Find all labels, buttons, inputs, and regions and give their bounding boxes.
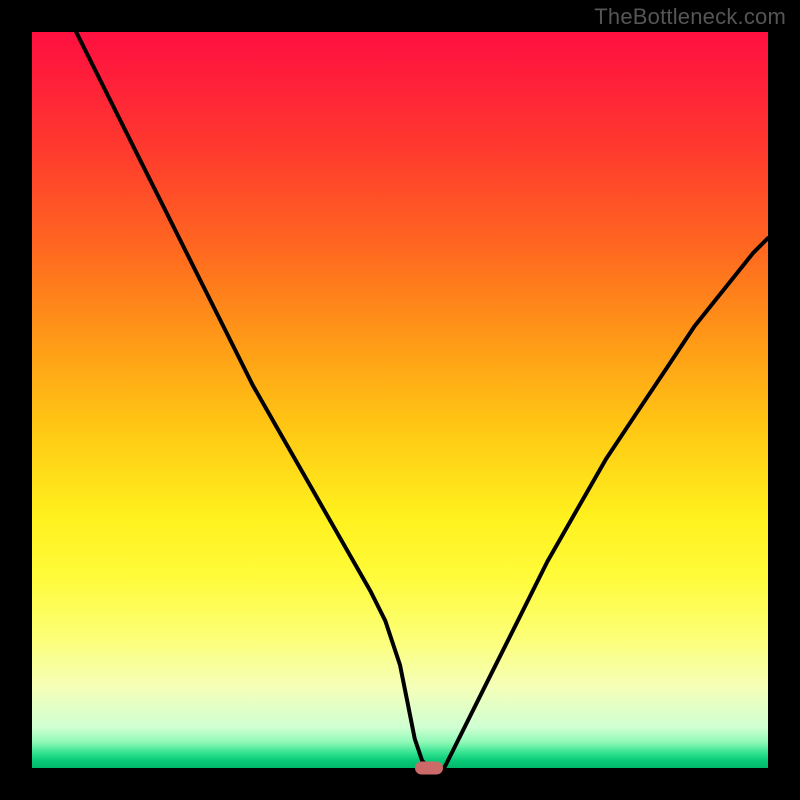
plot-area	[32, 32, 768, 768]
watermark-text: TheBottleneck.com	[594, 4, 786, 30]
chart-frame: TheBottleneck.com	[0, 0, 800, 800]
bottleneck-curve	[32, 32, 768, 768]
optimal-point-marker	[415, 762, 443, 775]
